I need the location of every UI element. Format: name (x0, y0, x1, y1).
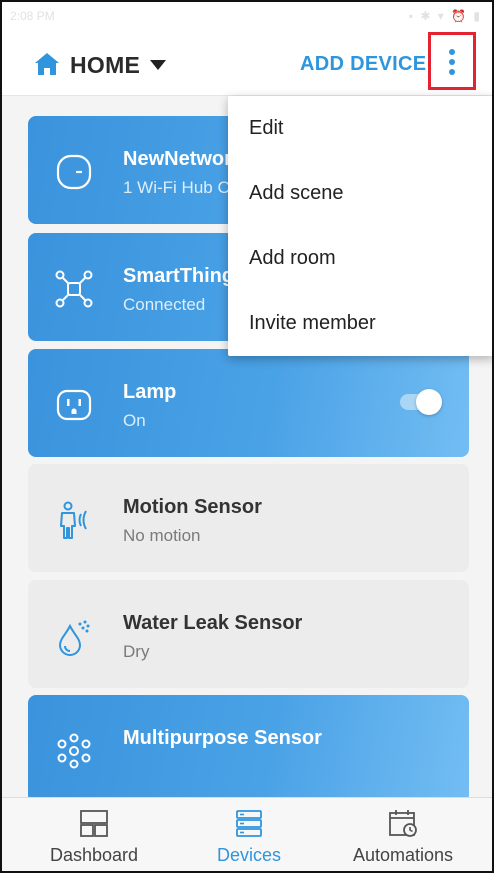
device-name: Water Leak Sensor (123, 612, 303, 634)
status-time: 2:08 PM (10, 9, 55, 23)
device-status: No motion (123, 526, 201, 545)
network-icon (55, 270, 93, 308)
nav-label: Automations (352, 845, 454, 865)
device-name: Motion Sensor (123, 496, 262, 518)
lamp-power-toggle[interactable] (400, 389, 444, 415)
menu-item-invite-member[interactable]: Invite member (228, 291, 492, 356)
nav-automations[interactable]: Automations (323, 798, 483, 871)
multipurpose-sensor-icon (57, 733, 91, 769)
toggle-knob (416, 389, 442, 415)
device-card-multipurpose-sensor[interactable]: Multipurpose Sensor (28, 695, 469, 803)
overflow-menu: Edit Add scene Add room Invite member (228, 96, 492, 356)
more-vert-icon-dot (449, 59, 455, 65)
caret-down-icon[interactable] (148, 55, 168, 75)
water-leak-icon (58, 620, 90, 656)
menu-item-edit[interactable]: Edit (228, 96, 492, 161)
device-name: Lamp (123, 381, 177, 403)
device-status: Connected (123, 295, 206, 314)
bottom-navigation: Dashboard Devices Automations (2, 797, 492, 871)
add-device-button[interactable]: ADD DEVICE (300, 53, 426, 76)
status-bar: 2:08 PM ▪ ✱ ▾ ⏰ ▮ (2, 2, 492, 32)
dashboard-icon (80, 810, 108, 837)
nav-label: Dashboard (49, 845, 139, 865)
app-bar: HOME ADD DEVICE (2, 32, 492, 96)
more-vert-icon (449, 49, 455, 55)
more-vert-icon-dot (449, 69, 455, 75)
device-name: Multipurpose Sensor (123, 727, 322, 749)
menu-item-add-scene[interactable]: Add scene (228, 161, 492, 226)
device-card-lamp[interactable]: Lamp On (28, 349, 469, 457)
nav-dashboard[interactable]: Dashboard (14, 798, 174, 871)
more-options-button[interactable] (428, 32, 476, 90)
device-status: Dry (123, 642, 150, 661)
location-title[interactable]: HOME (70, 52, 140, 79)
device-card-water-leak-sensor[interactable]: Water Leak Sensor Dry (28, 580, 469, 688)
device-status: On (123, 411, 146, 430)
nav-label: Devices (216, 845, 282, 865)
menu-item-add-room[interactable]: Add room (228, 226, 492, 291)
status-icons: ▪ ✱ ▾ ⏰ ▮ (408, 9, 482, 23)
automations-icon (389, 810, 417, 837)
home-icon[interactable] (34, 51, 60, 77)
device-name: NewNetwork (123, 148, 244, 170)
nav-devices[interactable]: Devices (169, 798, 329, 871)
outlet-icon (56, 389, 92, 421)
devices-icon (236, 810, 262, 837)
device-card-motion-sensor[interactable]: Motion Sensor No motion (28, 464, 469, 572)
device-name: SmartThings (123, 265, 246, 287)
phone-screen: 2:08 PM ▪ ✱ ▾ ⏰ ▮ HOME ADD DEVICE NewNet… (0, 0, 494, 873)
motion-sensor-icon (60, 501, 87, 539)
hub-icon (56, 154, 92, 190)
